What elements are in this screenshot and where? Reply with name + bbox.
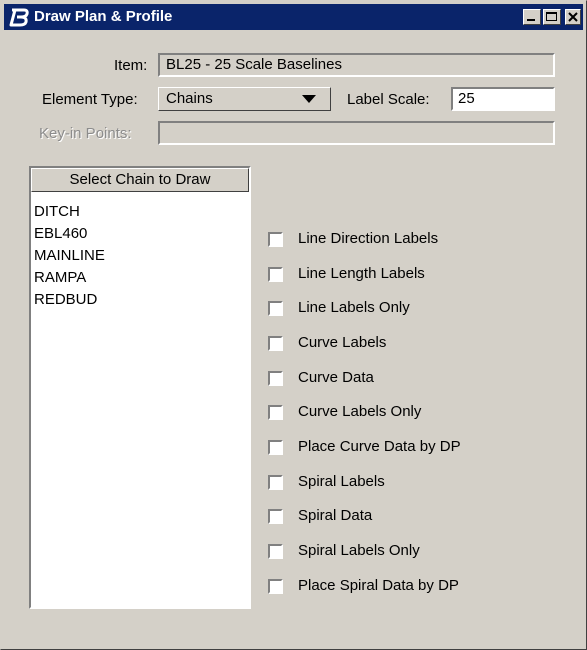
curve-labels-only-label[interactable]: Curve Labels Only	[298, 403, 421, 421]
list-item-rampa[interactable]: RAMPA	[34, 268, 86, 287]
minimize-button[interactable]	[523, 9, 541, 25]
place-curve-data-by-dp-label[interactable]: Place Curve Data by DP	[298, 438, 461, 456]
item-value: BL25 - 25 Scale Baselines	[166, 56, 342, 73]
item-field: BL25 - 25 Scale Baselines	[158, 53, 555, 77]
list-item-redbud[interactable]: REDBUD	[34, 290, 97, 309]
label-scale-input[interactable]: 25	[451, 87, 555, 111]
keyin-points-label: Key-in Points:	[39, 125, 132, 142]
title-bar[interactable]: Draw Plan & Profile	[4, 4, 583, 30]
spiral-data-checkbox[interactable]	[268, 509, 283, 524]
item-label: Item:	[114, 57, 148, 74]
curve-labels-label[interactable]: Curve Labels	[298, 334, 386, 352]
list-item-ditch[interactable]: DITCH	[34, 202, 80, 221]
line-direction-labels-label[interactable]: Line Direction Labels	[298, 230, 438, 248]
place-curve-data-by-dp-checkbox[interactable]	[268, 440, 283, 455]
list-item-mainline[interactable]: MAINLINE	[34, 246, 105, 265]
chain-list-header[interactable]: Select Chain to Draw	[31, 168, 249, 192]
curve-labels-only-checkbox[interactable]	[268, 405, 283, 420]
line-length-labels-checkbox[interactable]	[268, 267, 283, 282]
line-labels-only-checkbox[interactable]	[268, 301, 283, 316]
curve-labels-checkbox[interactable]	[268, 336, 283, 351]
place-spiral-data-by-dp-checkbox[interactable]	[268, 579, 283, 594]
close-icon	[568, 12, 578, 22]
element-type-select[interactable]: Chains	[158, 87, 331, 111]
element-type-value: Chains	[166, 90, 213, 107]
line-labels-only-label[interactable]: Line Labels Only	[298, 299, 410, 317]
spiral-labels-checkbox[interactable]	[268, 475, 283, 490]
window-title: Draw Plan & Profile	[34, 8, 173, 25]
app-logo-icon	[9, 8, 29, 27]
spiral-labels-only-label[interactable]: Spiral Labels Only	[298, 542, 420, 560]
curve-data-checkbox[interactable]	[268, 371, 283, 386]
curve-data-label[interactable]: Curve Data	[298, 369, 374, 387]
keyin-points-input	[158, 121, 555, 145]
label-scale-label: Label Scale:	[347, 91, 430, 108]
maximize-button[interactable]	[543, 9, 561, 25]
element-type-label: Element Type:	[42, 91, 138, 108]
label-scale-value: 25	[458, 90, 475, 107]
list-item-ebl460[interactable]: EBL460	[34, 224, 87, 243]
maximize-icon	[546, 12, 557, 21]
spiral-data-label[interactable]: Spiral Data	[298, 507, 372, 525]
spiral-labels-label[interactable]: Spiral Labels	[298, 473, 385, 491]
place-spiral-data-by-dp-label[interactable]: Place Spiral Data by DP	[298, 577, 459, 595]
line-length-labels-label[interactable]: Line Length Labels	[298, 265, 425, 283]
spiral-labels-only-checkbox[interactable]	[268, 544, 283, 559]
minimize-icon	[527, 19, 535, 21]
draw-plan-profile-dialog: Draw Plan & Profile Item: BL25 - 25 Scal…	[0, 0, 587, 650]
line-direction-labels-checkbox[interactable]	[268, 232, 283, 247]
close-button[interactable]	[565, 9, 581, 25]
chain-listbox[interactable]: Select Chain to Draw DITCH EBL460 MAINLI…	[29, 166, 251, 609]
dropdown-arrow-icon	[302, 95, 316, 103]
